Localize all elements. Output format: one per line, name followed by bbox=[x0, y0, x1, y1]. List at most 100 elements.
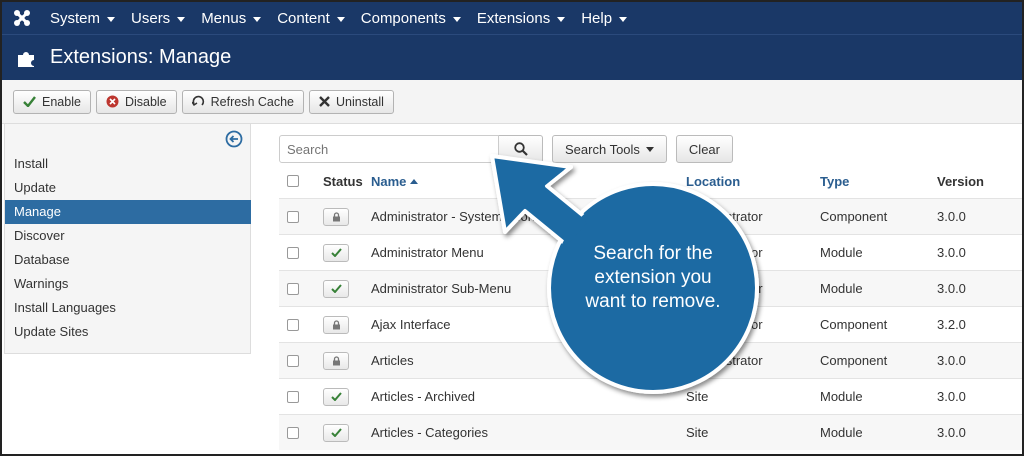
chevron-down-icon bbox=[336, 16, 345, 22]
collapse-sidebar-icon[interactable] bbox=[225, 130, 243, 148]
status-toggle-button[interactable] bbox=[323, 207, 349, 226]
table-row: Administrator - System Information Admini… bbox=[279, 198, 1022, 234]
extension-type: Module bbox=[820, 245, 863, 260]
chevron-down-icon bbox=[452, 16, 461, 22]
extension-type: Module bbox=[820, 425, 863, 440]
sidebar-item-warnings[interactable]: Warnings bbox=[5, 272, 251, 296]
chevron-down-icon bbox=[177, 16, 186, 22]
extension-type: Module bbox=[820, 281, 863, 296]
check-icon bbox=[23, 96, 36, 107]
nav-menus[interactable]: Menus bbox=[193, 2, 269, 34]
uninstall-button[interactable]: Uninstall bbox=[309, 89, 394, 114]
top-navbar: System Users Menus Content Components Ex… bbox=[2, 2, 1022, 34]
status-toggle-button[interactable] bbox=[323, 351, 349, 370]
lock-icon bbox=[332, 355, 340, 365]
disable-button[interactable]: Disable bbox=[95, 89, 177, 114]
column-header-status[interactable]: Status bbox=[323, 164, 363, 198]
check-icon bbox=[330, 248, 342, 257]
extension-version: 3.0.0 bbox=[937, 425, 966, 440]
row-checkbox[interactable] bbox=[287, 390, 299, 403]
extension-version: 3.0.0 bbox=[937, 389, 966, 404]
extension-location: Site bbox=[686, 389, 709, 404]
check-icon bbox=[330, 392, 342, 401]
extension-version: 3.0.0 bbox=[937, 209, 966, 224]
sidebar: Install Update Manage Discover Database … bbox=[4, 124, 251, 354]
extension-version: 3.0.0 bbox=[937, 281, 966, 296]
row-checkbox[interactable] bbox=[287, 282, 299, 295]
toolbar: Enable Disable Refresh Cache Uninstall bbox=[2, 80, 1022, 124]
row-checkbox[interactable] bbox=[287, 426, 299, 439]
sidebar-item-install-languages[interactable]: Install Languages bbox=[5, 296, 251, 320]
status-toggle-button[interactable] bbox=[323, 315, 349, 334]
extension-type: Component bbox=[820, 353, 888, 368]
nav-components[interactable]: Components bbox=[353, 2, 469, 34]
column-header-type[interactable]: Type bbox=[820, 164, 849, 198]
extension-type: Module bbox=[820, 389, 863, 404]
check-icon bbox=[330, 428, 342, 437]
extension-name: Ajax Interface bbox=[371, 317, 451, 332]
table-header: Status Name Location Type Version bbox=[279, 164, 1022, 198]
column-header-location[interactable]: Location bbox=[686, 164, 740, 198]
nav-help[interactable]: Help bbox=[573, 2, 635, 34]
row-checkbox[interactable] bbox=[287, 246, 299, 259]
check-icon bbox=[330, 284, 342, 293]
nav-content[interactable]: Content bbox=[269, 2, 353, 34]
lock-icon bbox=[332, 211, 340, 221]
extension-name: Administrator Sub-Menu bbox=[371, 281, 512, 296]
table-row: Articles - Archived Site Module 3.0.0 bbox=[279, 378, 1022, 414]
clear-button[interactable]: Clear bbox=[675, 135, 733, 163]
search-bar: Search Tools Clear bbox=[279, 135, 733, 163]
extension-type: Component bbox=[820, 317, 888, 332]
callout-text: Search for the extension you want to rem… bbox=[585, 243, 721, 312]
status-toggle-button[interactable] bbox=[323, 423, 349, 442]
chevron-down-icon bbox=[619, 16, 628, 22]
search-button[interactable] bbox=[499, 135, 543, 163]
row-checkbox[interactable] bbox=[287, 354, 299, 367]
column-header-name[interactable]: Name bbox=[371, 164, 419, 198]
extension-location: Administrator bbox=[686, 209, 763, 224]
extension-location: Site bbox=[686, 425, 709, 440]
puzzle-piece-icon bbox=[18, 51, 34, 67]
status-toggle-button[interactable] bbox=[323, 279, 349, 298]
nav-users[interactable]: Users bbox=[123, 2, 193, 34]
table-row: Articles Administrator Component 3.0.0 bbox=[279, 342, 1022, 378]
extension-location: Administrator bbox=[686, 353, 763, 368]
extension-type: Component bbox=[820, 209, 888, 224]
refresh-icon bbox=[191, 95, 204, 106]
lock-icon bbox=[332, 319, 340, 329]
chevron-down-icon bbox=[645, 146, 654, 152]
row-checkbox[interactable] bbox=[287, 210, 299, 223]
chevron-down-icon bbox=[107, 16, 116, 22]
joomla-logo-icon[interactable] bbox=[2, 2, 42, 34]
sidebar-item-update-sites[interactable]: Update Sites bbox=[5, 320, 251, 344]
enable-button[interactable]: Enable bbox=[13, 89, 91, 114]
extension-version: 3.0.0 bbox=[937, 353, 966, 368]
chevron-down-icon bbox=[557, 16, 566, 22]
row-checkbox[interactable] bbox=[287, 318, 299, 331]
extension-name: Articles - Archived bbox=[371, 389, 476, 404]
table-row: Articles - Categories Site Module 3.0.0 bbox=[279, 414, 1022, 450]
sidebar-item-manage[interactable]: Manage bbox=[5, 200, 251, 224]
search-icon bbox=[513, 142, 528, 156]
refresh-cache-button[interactable]: Refresh Cache bbox=[181, 89, 304, 114]
status-toggle-button[interactable] bbox=[323, 243, 349, 262]
status-toggle-button[interactable] bbox=[323, 387, 349, 406]
select-all-checkbox[interactable] bbox=[287, 175, 299, 187]
sidebar-item-install[interactable]: Install bbox=[5, 152, 251, 176]
sidebar-item-update[interactable]: Update bbox=[5, 176, 251, 200]
search-tools-button[interactable]: Search Tools bbox=[552, 135, 667, 163]
extension-name: Administrator - System Information bbox=[371, 209, 572, 224]
nav-system[interactable]: System bbox=[42, 2, 123, 34]
extension-name: Administrator Menu bbox=[371, 245, 484, 260]
sidebar-menu: Install Update Manage Discover Database … bbox=[5, 152, 251, 344]
sort-ascending-icon bbox=[410, 178, 419, 184]
sidebar-item-database[interactable]: Database bbox=[5, 248, 251, 272]
page-header: Extensions: Manage bbox=[2, 34, 1022, 80]
chevron-down-icon bbox=[253, 16, 262, 22]
extension-name: Articles - Categories bbox=[371, 425, 489, 440]
extension-name: Articles bbox=[371, 353, 414, 368]
extension-version: 3.0.0 bbox=[937, 245, 966, 260]
search-input[interactable] bbox=[279, 135, 499, 163]
sidebar-item-discover[interactable]: Discover bbox=[5, 224, 251, 248]
nav-extensions[interactable]: Extensions bbox=[469, 2, 573, 34]
